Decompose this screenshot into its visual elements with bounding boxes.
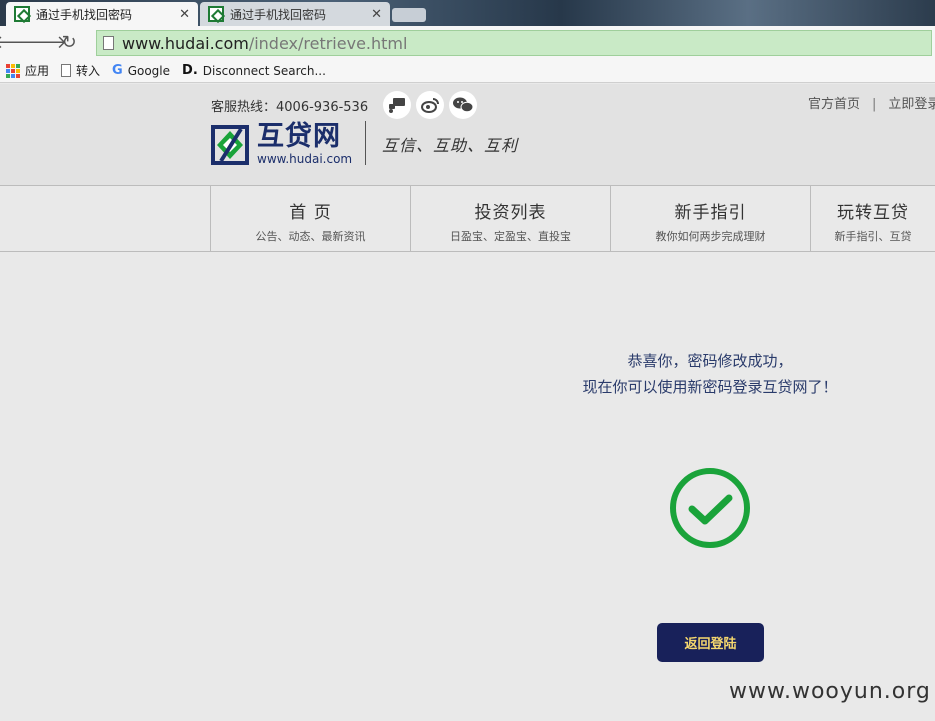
address-bar[interactable]: www.hudai.com/index/retrieve.html bbox=[96, 30, 932, 56]
weibo-icon[interactable] bbox=[416, 91, 444, 119]
success-check-icon bbox=[668, 466, 752, 554]
customer-hotline: 客服热线：4006-936-536 bbox=[211, 100, 369, 115]
new-tab-button[interactable] bbox=[392, 8, 426, 22]
google-icon: G bbox=[112, 63, 123, 78]
page-icon bbox=[61, 64, 72, 77]
top-links: 官方首页 | 立即登录 bbox=[808, 93, 935, 112]
browser-tab-inactive[interactable]: 通过手机找回密码 ✕ bbox=[200, 2, 390, 26]
site-header: 客服热线：4006-936-536 官方首页 | 立即登录 互贷网 www.huda… bbox=[0, 84, 935, 186]
disconnect-icon: D. bbox=[182, 63, 198, 78]
nav-item-invest-list[interactable]: 投资列表 日盈宝、定盈宝、直投宝 bbox=[410, 186, 610, 251]
nav-subtitle: 新手指引、互贷 bbox=[834, 230, 912, 243]
browser-toolbar: 🡐 🡒 ↻ www.hudai.com/index/retrieve.html bbox=[0, 26, 935, 59]
page-icon bbox=[103, 36, 114, 50]
forward-arrow-icon[interactable]: 🡒 bbox=[19, 30, 67, 56]
tab-close-icon[interactable]: ✕ bbox=[371, 7, 382, 22]
hudai-logo-icon bbox=[211, 124, 249, 165]
nav-title: 投资列表 bbox=[474, 203, 547, 223]
bookmarks-bar: 应用 转入 G Google D. Disconnect Search... bbox=[0, 59, 935, 83]
bookmark-transfer[interactable]: 转入 bbox=[61, 62, 100, 79]
logo-divider bbox=[365, 121, 366, 165]
site-favicon-icon bbox=[14, 6, 30, 22]
bookmark-label: 应用 bbox=[25, 64, 50, 78]
url-path: /index/retrieve.html bbox=[248, 33, 408, 53]
apps-grid-icon bbox=[6, 63, 20, 78]
bookmark-label: Google bbox=[127, 63, 171, 78]
bookmark-disconnect[interactable]: D. Disconnect Search... bbox=[182, 63, 326, 78]
tab-title: 通过手机找回密码 bbox=[36, 7, 133, 22]
url-host: www.hudai.com bbox=[122, 33, 249, 53]
bookmark-label: 转入 bbox=[76, 64, 101, 78]
logo-name: 互贷网 bbox=[257, 121, 341, 152]
slogan: 互信、互助、互利 bbox=[382, 136, 519, 155]
success-line-1: 恭喜你，密码修改成功， bbox=[627, 352, 793, 370]
bookmark-apps[interactable]: 应用 bbox=[6, 62, 49, 79]
nav-subtitle: 日盈宝、定盈宝、直投宝 bbox=[450, 230, 571, 243]
site-logo[interactable]: 互贷网 www.hudai.com bbox=[211, 123, 352, 166]
browser-tab-bar: 通过手机找回密码 ✕ 通过手机找回密码 ✕ bbox=[0, 0, 935, 26]
tab-title: 通过手机找回密码 bbox=[230, 7, 327, 22]
link-separator: | bbox=[872, 97, 877, 112]
nav-title: 首 页 bbox=[289, 203, 332, 223]
bookmark-google[interactable]: G Google bbox=[112, 63, 170, 78]
tab-close-icon[interactable]: ✕ bbox=[179, 7, 190, 22]
bookmark-label: Disconnect Search... bbox=[202, 63, 326, 78]
nav-item-play-hudai[interactable]: 玩转互贷 新手指引、互贷 bbox=[810, 186, 935, 251]
nav-title: 玩转互贷 bbox=[837, 203, 909, 223]
success-message: 恭喜你，密码修改成功， 现在你可以使用新密码登录互贷网了！ bbox=[560, 348, 860, 400]
login-now-link[interactable]: 立即登录 bbox=[888, 97, 935, 112]
official-home-link[interactable]: 官方首页 bbox=[808, 97, 860, 112]
site-favicon-icon bbox=[208, 6, 224, 22]
wechat-icon[interactable] bbox=[449, 91, 477, 119]
return-login-button[interactable]: 返回登陆 bbox=[657, 623, 764, 662]
nav-title: 新手指引 bbox=[674, 203, 747, 223]
nav-subtitle: 公告、动态、最新资讯 bbox=[255, 230, 366, 243]
main-nav: 首 页 公告、动态、最新资讯 投资列表 日盈宝、定盈宝、直投宝 新手指引 教你如… bbox=[0, 186, 935, 252]
nav-item-beginner-guide[interactable]: 新手指引 教你如何两步完成理财 bbox=[610, 186, 810, 251]
browser-tab-active[interactable]: 通过手机找回密码 ✕ bbox=[6, 2, 198, 26]
nav-item-home[interactable]: 首 页 公告、动态、最新资讯 bbox=[210, 186, 410, 251]
reload-icon[interactable]: ↻ bbox=[56, 30, 82, 56]
nav-subtitle: 教你如何两步完成理财 bbox=[655, 230, 766, 243]
chat-icon[interactable] bbox=[383, 91, 411, 119]
watermark: www.wooyun.org bbox=[729, 679, 931, 704]
logo-url: www.hudai.com bbox=[257, 152, 353, 166]
success-line-2: 现在你可以使用新密码登录互贷网了！ bbox=[582, 378, 838, 396]
